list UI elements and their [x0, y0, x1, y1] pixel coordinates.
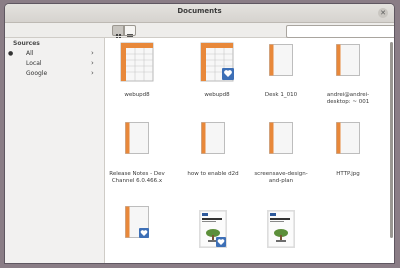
file-name: webupd8	[204, 92, 230, 98]
title-bar: Documents ✕	[5, 4, 394, 23]
spreadsheet-icon	[120, 42, 154, 82]
file-name: webupd8	[124, 92, 150, 98]
document-icon	[269, 44, 293, 76]
toolbar	[5, 23, 394, 39]
document-icon	[201, 122, 225, 154]
sidebar-item-google[interactable]: Google ›	[5, 69, 104, 79]
sidebar-item-label: Google	[26, 70, 48, 77]
spreadsheet-icon	[200, 42, 234, 82]
document-icon	[336, 44, 360, 76]
search-input[interactable]	[286, 25, 394, 38]
file-name: screensave-design-and-plan	[254, 171, 308, 184]
file-item[interactable]: Desk 1_010	[253, 42, 309, 106]
file-name: HTTP.jpg	[336, 171, 360, 177]
vertical-scrollbar[interactable]	[390, 42, 393, 238]
book-cover-icon	[199, 210, 227, 248]
document-icon	[125, 122, 149, 154]
file-item[interactable]	[109, 202, 165, 258]
chevron-right-icon: ›	[91, 69, 94, 77]
documents-window: Documents ✕ Sources ● All › Local › Goog…	[5, 4, 394, 263]
chevron-right-icon: ›	[91, 49, 94, 57]
sidebar-item-all[interactable]: ● All ›	[5, 49, 104, 59]
file-item[interactable]: HTTP.jpg	[320, 120, 376, 184]
list-view-button[interactable]	[124, 25, 136, 39]
grid-view-button[interactable]	[112, 25, 124, 39]
close-button[interactable]: ✕	[378, 8, 388, 18]
book-cover-icon	[267, 210, 295, 248]
file-name: andrei@andrei-desktop: ~ 001	[326, 92, 370, 105]
file-item[interactable]: screensave-design-and-plan	[253, 120, 309, 190]
chevron-right-icon: ›	[91, 59, 94, 67]
document-grid: webupd8 webupd8 Desk 1_010 andrei@andrei…	[105, 38, 394, 263]
sidebar-item-label: Local	[26, 60, 42, 67]
sidebar-item-local[interactable]: Local ›	[5, 59, 104, 69]
file-item[interactable]: andrei@andrei-desktop: ~ 001	[320, 42, 376, 106]
close-icon: ✕	[380, 9, 386, 17]
file-item[interactable]: webupd8	[109, 42, 165, 106]
window-title: Documents	[177, 7, 222, 15]
file-name: how to enable d2d	[187, 171, 239, 177]
sources-sidebar: Sources ● All › Local › Google ›	[5, 38, 105, 263]
file-name: Release Notes - Dev Channel 6.0.466.x	[109, 171, 165, 184]
selected-dot-icon: ●	[8, 50, 14, 57]
sidebar-item-label: All	[26, 50, 34, 57]
document-icon	[125, 206, 149, 238]
document-icon	[336, 122, 360, 154]
document-icon	[269, 122, 293, 154]
file-item[interactable]: how to enable d2d	[185, 120, 241, 184]
file-item[interactable]	[185, 202, 241, 258]
file-item[interactable]: webupd8	[189, 42, 245, 106]
file-item[interactable]: Release Notes - Dev Channel 6.0.466.x	[109, 120, 165, 190]
file-name: Desk 1_010	[264, 92, 298, 98]
file-item[interactable]	[253, 202, 309, 258]
sidebar-heading: Sources	[13, 40, 40, 47]
